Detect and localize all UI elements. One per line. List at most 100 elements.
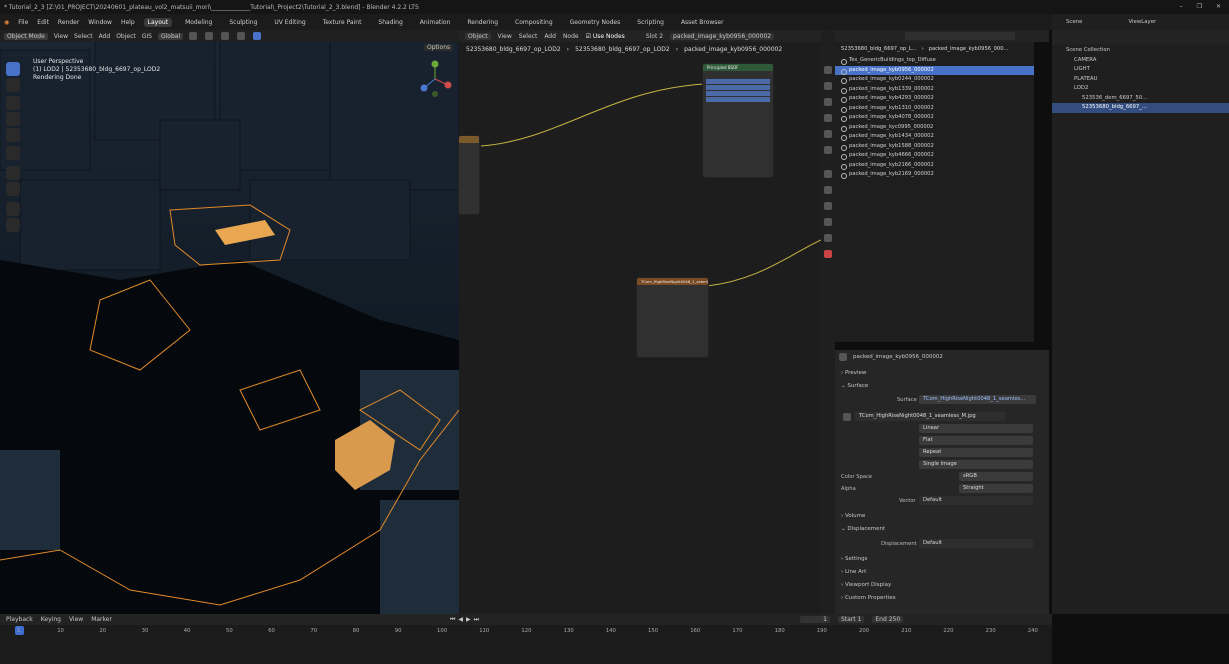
shading-solid-icon[interactable] <box>237 32 246 40</box>
menu-render[interactable]: Render <box>58 19 79 26</box>
principled-bsdf-node[interactable]: Principled BSDF <box>702 63 774 178</box>
timeline-menu-marker[interactable]: Marker <box>91 616 112 623</box>
close-button[interactable]: ✕ <box>1216 3 1221 10</box>
displacement-section[interactable]: ⌄ Displacement <box>835 523 885 536</box>
render-tab-icon[interactable] <box>824 82 832 90</box>
material-tab-icon[interactable] <box>824 250 832 258</box>
preview-section[interactable]: › Preview <box>835 367 1049 380</box>
vector-field[interactable]: Default <box>919 496 1033 505</box>
maximize-button[interactable]: ❐ <box>1197 3 1202 10</box>
move-tool[interactable] <box>6 96 20 110</box>
surface-shader-field[interactable]: TCom_HighRiseNight0048_1_seamles... <box>919 395 1036 404</box>
node-menu-select[interactable]: Select <box>519 33 538 40</box>
viewport-menu-view[interactable]: View <box>54 33 68 40</box>
scale-tool[interactable] <box>6 128 20 142</box>
node-field[interactable] <box>706 85 770 90</box>
overlay-icon[interactable] <box>221 32 230 40</box>
displacement-field[interactable]: Default <box>919 539 1033 548</box>
tab-modeling[interactable]: Modeling <box>181 18 216 27</box>
image-list-item[interactable]: packed_image_kyb2166_000002 <box>835 161 1034 171</box>
menu-window[interactable]: Window <box>88 19 112 26</box>
image-list-item[interactable]: packed_image_kyb1339_000002 <box>835 85 1034 95</box>
node-field[interactable] <box>706 97 770 102</box>
image-list-item[interactable]: Tex_GenericBuildings_top_Diffuse <box>835 56 1034 66</box>
menu-file[interactable]: File <box>18 19 28 26</box>
proportional-edit-icon[interactable] <box>205 32 214 40</box>
view-layer-selector[interactable]: ViewLayer <box>1128 19 1156 25</box>
node-menu-add[interactable]: Add <box>544 33 556 40</box>
playback-controls[interactable]: ⏮◀▶⏭ <box>450 616 482 624</box>
view-layer-tab-icon[interactable] <box>824 114 832 122</box>
mode-dropdown[interactable]: Object Mode <box>4 32 48 40</box>
image-list-item[interactable]: packed_image_kyc0995_000002 <box>835 123 1034 133</box>
node-field[interactable] <box>706 79 770 84</box>
texture-node-left[interactable] <box>458 135 480 215</box>
image-list-item[interactable]: packed_image_kyb2169_000002 <box>835 170 1034 180</box>
tab-layout[interactable]: Layout <box>143 17 173 27</box>
outliner-item[interactable]: LOD2 <box>1052 84 1229 94</box>
surface-section[interactable]: ⌄ Surface <box>835 380 1049 393</box>
object-tab-icon[interactable] <box>824 170 832 178</box>
outliner-item[interactable]: CAMERA <box>1052 56 1229 66</box>
data-tab-icon[interactable] <box>824 234 832 242</box>
end-frame-field[interactable]: End 250 <box>872 616 904 623</box>
tab-asset-browser[interactable]: Asset Browser <box>677 18 728 27</box>
outliner-item[interactable]: LIGHT <box>1052 65 1229 75</box>
image-texture-node[interactable]: TCom_HighRiseNight0048_1_seamless <box>636 277 709 358</box>
measure-tool[interactable] <box>6 182 20 196</box>
scene-tab-icon[interactable] <box>824 130 832 138</box>
volume-section[interactable]: › Volume <box>835 510 865 523</box>
line-art-section[interactable]: › Line Art <box>835 566 866 579</box>
source-dropdown[interactable]: Single Image <box>919 460 1033 469</box>
node-menu-node[interactable]: Node <box>563 33 579 40</box>
select-box-tool[interactable] <box>6 62 20 76</box>
timeline-menu-view[interactable]: View <box>69 616 83 623</box>
properties-search-input[interactable] <box>905 32 1015 40</box>
orientation-dropdown[interactable]: Global <box>157 32 184 40</box>
image-list-item[interactable]: packed_image_kyb4666_000002 <box>835 151 1034 161</box>
outliner-item[interactable]: 52353680_bldg_6697_... <box>1052 103 1229 113</box>
tab-shading[interactable]: Shading <box>374 18 406 27</box>
image-list-item[interactable]: packed_image_kyb1434_000002 <box>835 132 1034 142</box>
use-nodes-checkbox[interactable]: ☑ Use Nodes <box>586 33 625 40</box>
image-file-field[interactable]: TCom_HighRiseNight0048_1_seamless_M.jpg <box>855 412 1005 421</box>
minimize-button[interactable]: – <box>1180 3 1183 10</box>
color-space-dropdown[interactable]: sRGB <box>959 472 1033 481</box>
modifier-tab-icon[interactable] <box>824 186 832 194</box>
object-dropdown[interactable]: Object <box>465 32 491 40</box>
blender-logo-icon[interactable]: ◉ <box>4 19 9 26</box>
transform-tool[interactable] <box>6 146 20 160</box>
image-list-item[interactable]: packed_image_kyb1588_000002 <box>835 142 1034 152</box>
menu-edit[interactable]: Edit <box>37 19 49 26</box>
tool-tab-icon[interactable] <box>824 66 832 74</box>
particles-tab-icon[interactable] <box>824 202 832 210</box>
tab-rendering[interactable]: Rendering <box>463 18 502 27</box>
slot-dropdown[interactable]: Slot 2 <box>646 33 663 40</box>
material-sphere-icon[interactable] <box>839 352 847 361</box>
viewport-menu-select[interactable]: Select <box>74 33 93 40</box>
viewport-menu-object[interactable]: Object <box>116 33 136 40</box>
alpha-dropdown[interactable]: Straight <box>959 484 1033 493</box>
navigation-gizmo[interactable] <box>416 60 454 98</box>
settings-section[interactable]: › Settings <box>835 553 868 566</box>
material-selector[interactable]: packed_image_kyb0956_000002 <box>670 32 775 40</box>
image-list-item[interactable]: packed_image_kyb1310_000002 <box>835 104 1034 114</box>
tab-uv-editing[interactable]: UV Editing <box>270 18 309 27</box>
menu-help[interactable]: Help <box>121 19 135 26</box>
shading-rendered-icon[interactable] <box>253 32 262 40</box>
add-object-tool[interactable] <box>6 218 20 232</box>
tab-compositing[interactable]: Compositing <box>511 18 557 27</box>
custom-properties-section[interactable]: › Custom Properties <box>835 592 896 605</box>
image-list-item[interactable]: packed_image_kyb0956_000002 <box>835 65 1034 75</box>
interpolation-dropdown[interactable]: Linear <box>919 424 1033 433</box>
options-dropdown[interactable]: Options <box>424 44 454 51</box>
image-list-item[interactable]: packed_image_kyb4293_000002 <box>835 94 1034 104</box>
material-name[interactable]: packed_image_kyb0956_000002 <box>853 354 943 360</box>
outliner-item[interactable]: 523536_dem_6697_50... <box>1052 94 1229 104</box>
tab-sculpting[interactable]: Sculpting <box>225 18 261 27</box>
outliner-item[interactable]: PLATEAU <box>1052 75 1229 85</box>
viewport-display-section[interactable]: › Viewport Display <box>835 579 891 592</box>
snap-icon[interactable] <box>189 32 198 40</box>
viewport-menu-add[interactable]: Add <box>99 33 111 40</box>
node-menu-view[interactable]: View <box>498 33 512 40</box>
